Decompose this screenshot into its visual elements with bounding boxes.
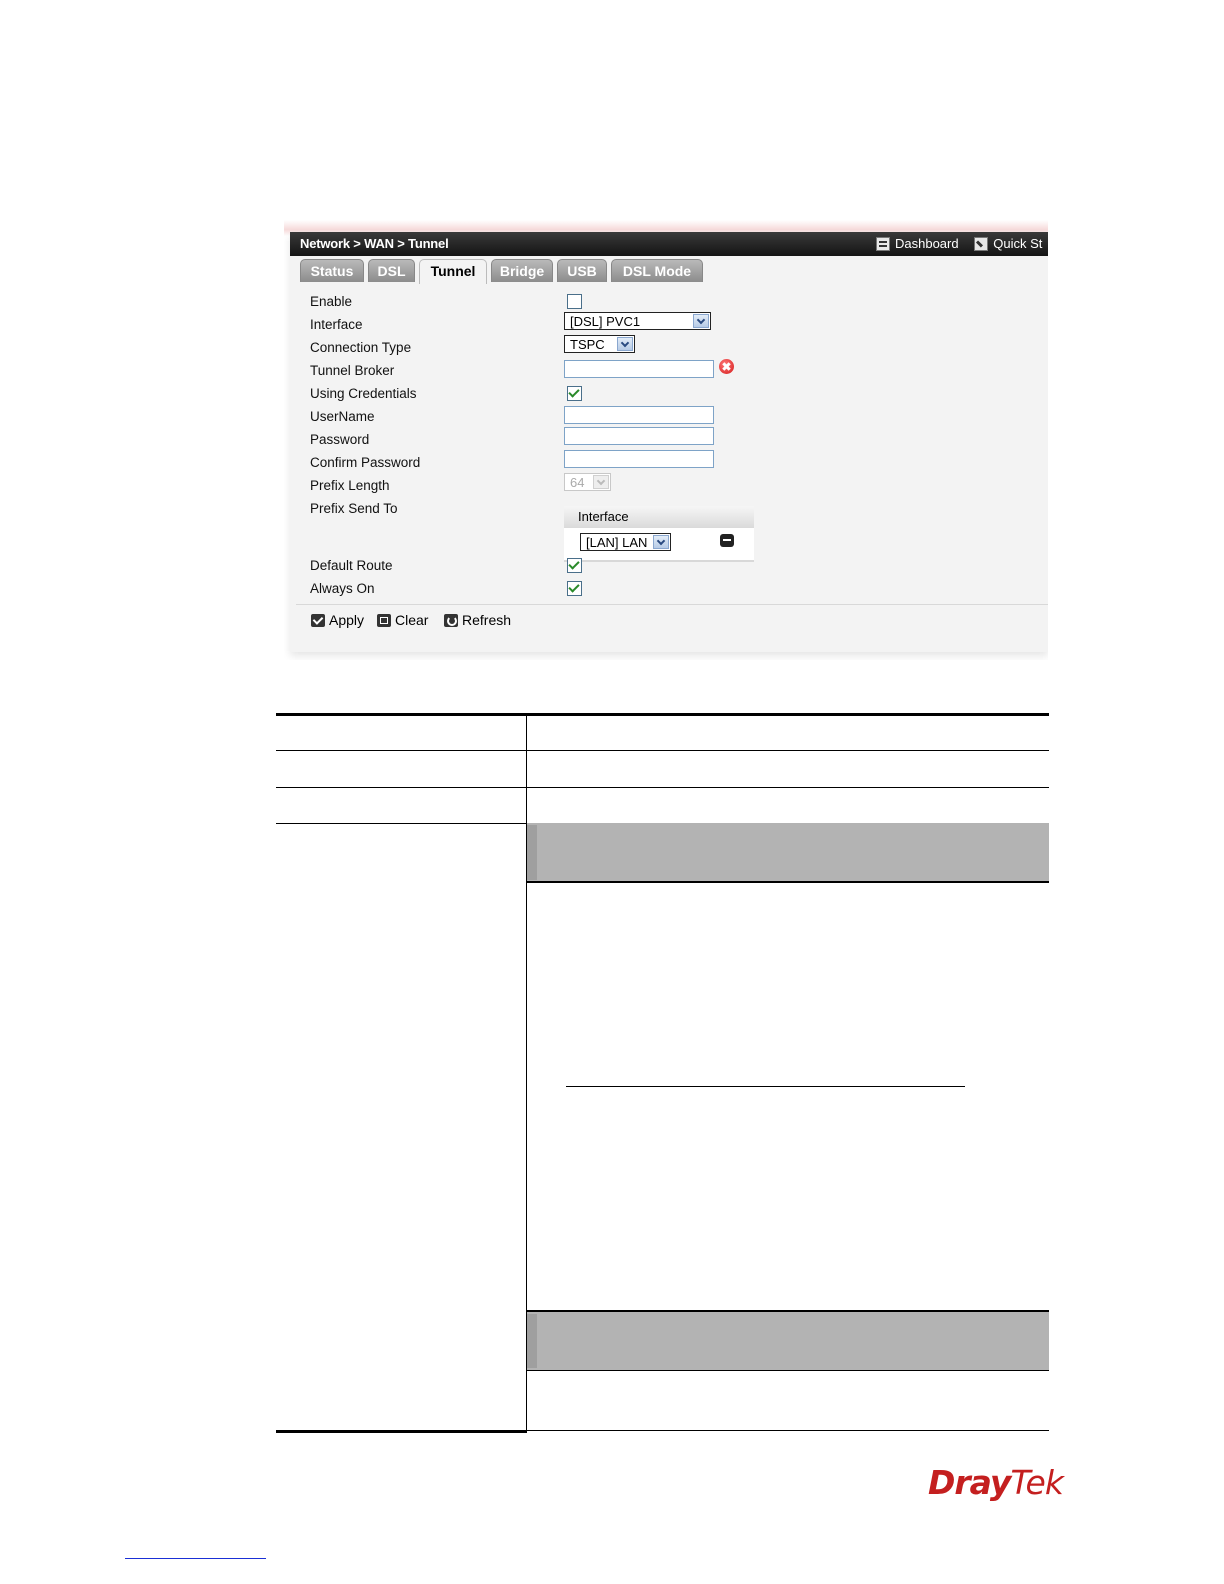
default-route-label: Default Route xyxy=(310,558,393,573)
inner-underline xyxy=(566,1086,965,1087)
tunnel-broker-input[interactable] xyxy=(564,360,714,378)
table-bottom-rule xyxy=(276,1430,526,1433)
default-route-checkbox[interactable] xyxy=(567,558,582,573)
apply-button[interactable]: Apply xyxy=(311,612,364,628)
note-band-edge xyxy=(527,825,537,880)
prefix-send-to-header: Interface xyxy=(564,506,754,528)
confirm-password-label: Confirm Password xyxy=(310,455,421,470)
logo-tek: Tek xyxy=(1010,1463,1063,1502)
table-top-rule xyxy=(276,713,1049,716)
note-band-edge xyxy=(527,1314,537,1368)
tab-tunnel[interactable]: Tunnel xyxy=(419,259,487,284)
chevron-down-icon xyxy=(653,535,669,549)
prefix-length-label: Prefix Length xyxy=(310,478,390,493)
password-input[interactable] xyxy=(564,427,714,445)
dashboard-label: Dashboard xyxy=(895,236,959,251)
logo-dray: Dray xyxy=(928,1463,1011,1502)
using-credentials-checkbox[interactable] xyxy=(567,386,582,401)
note-band-rule xyxy=(527,881,1049,883)
chevron-down-icon xyxy=(617,337,633,351)
dashboard-link[interactable]: Dashboard xyxy=(876,236,959,251)
confirm-password-input[interactable] xyxy=(564,450,714,468)
interface-label: Interface xyxy=(310,317,363,332)
error-icon xyxy=(719,359,734,374)
footer-link-underline xyxy=(125,1558,266,1559)
prefix-send-to-value: [LAN] LAN xyxy=(586,535,648,550)
top-links: Dashboard Quick St xyxy=(876,236,1048,254)
tab-dsl[interactable]: DSL xyxy=(368,259,415,282)
apply-label: Apply xyxy=(329,612,365,628)
row-divider xyxy=(276,787,1049,788)
note-band xyxy=(527,823,1049,882)
chevron-down-icon xyxy=(693,314,709,328)
prefix-length-select[interactable]: 64 xyxy=(564,473,611,491)
router-web-ui-screenshot: Network > WAN > Tunnel Dashboard Quick S… xyxy=(284,220,1048,660)
breadcrumb: Network > WAN > Tunnel xyxy=(300,236,449,251)
clear-button[interactable]: Clear xyxy=(377,612,428,628)
tab-dsl-mode[interactable]: DSL Mode xyxy=(611,259,703,282)
actions-divider xyxy=(296,604,1048,605)
draytek-logo: DrayTek xyxy=(928,1463,1064,1502)
quick-start-label: Quick St xyxy=(993,236,1043,251)
trash-icon xyxy=(377,613,391,627)
tab-usb[interactable]: USB xyxy=(557,259,607,282)
always-on-checkbox[interactable] xyxy=(567,581,582,596)
connection-type-select[interactable]: TSPC xyxy=(564,335,635,353)
password-label: Password xyxy=(310,432,370,447)
interface-select[interactable]: [DSL] PVC1 xyxy=(564,312,711,330)
tunnel-broker-label: Tunnel Broker xyxy=(310,363,395,378)
quick-start-icon xyxy=(974,236,989,251)
prefix-send-to-table: Interface [LAN] LAN xyxy=(564,506,754,563)
refresh-icon xyxy=(444,613,458,627)
prefix-send-to-select[interactable]: [LAN] LAN xyxy=(580,533,671,551)
table-bottom-rule xyxy=(527,1430,1049,1431)
chevron-down-icon xyxy=(593,475,609,489)
refresh-button[interactable]: Refresh xyxy=(444,612,511,628)
username-input[interactable] xyxy=(564,406,714,424)
connection-type-label: Connection Type xyxy=(310,340,412,355)
enable-checkbox[interactable] xyxy=(567,294,582,309)
tab-status[interactable]: Status xyxy=(300,259,364,282)
note-band xyxy=(527,1312,1049,1370)
title-bar: Network > WAN > Tunnel Dashboard Quick S… xyxy=(290,232,1048,256)
remove-row-icon[interactable] xyxy=(720,534,734,547)
tab-bridge[interactable]: Bridge xyxy=(491,259,553,282)
connection-type-value: TSPC xyxy=(570,337,605,352)
refresh-label: Refresh xyxy=(462,612,512,628)
description-table xyxy=(276,713,1049,1433)
row-divider xyxy=(527,1370,1049,1371)
check-icon xyxy=(311,613,325,627)
enable-label: Enable xyxy=(310,294,353,309)
prefix-length-value: 64 xyxy=(570,475,585,490)
row-divider xyxy=(276,750,1049,751)
username-label: UserName xyxy=(310,409,375,424)
dashboard-icon xyxy=(876,236,890,251)
config-panel: Network > WAN > Tunnel Dashboard Quick S… xyxy=(290,232,1048,652)
always-on-label: Always On xyxy=(310,581,375,596)
interface-value: [DSL] PVC1 xyxy=(570,314,641,329)
clear-label: Clear xyxy=(395,612,429,628)
quick-start-link[interactable]: Quick St xyxy=(974,236,1042,251)
using-credentials-label: Using Credentials xyxy=(310,386,417,401)
prefix-send-to-row: [LAN] LAN xyxy=(564,528,754,562)
prefix-send-to-label: Prefix Send To xyxy=(310,501,398,516)
